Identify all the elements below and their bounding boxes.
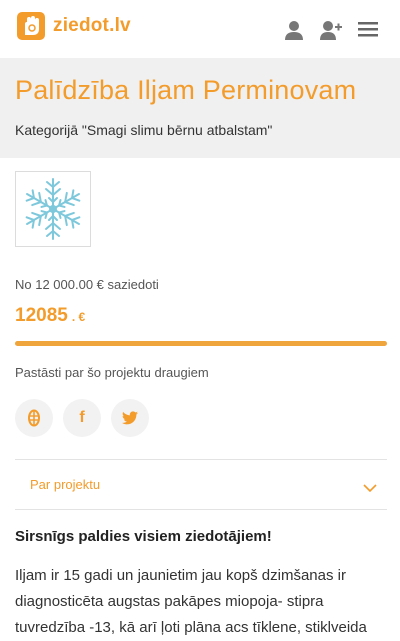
funding-goal: No 12 000.00 € saziedoti	[15, 277, 159, 292]
twitter-icon	[122, 411, 138, 425]
facebook-share-button[interactable]: f	[63, 399, 101, 437]
project-category[interactable]: Kategorijā "Smagi slimu bērnu atbalstam"	[15, 122, 272, 138]
user-icon[interactable]	[284, 20, 304, 40]
page-title: Palīdzība Iljam Perminovam	[15, 75, 357, 105]
funding-progress-bar	[15, 341, 387, 346]
amount-raised: 12085. €	[15, 305, 85, 327]
chevron-down-icon	[363, 484, 377, 492]
share-label: Pastāsti par šo projektu draugiem	[15, 365, 209, 380]
project-description: Iljam ir 15 gadi un jaunietim jau kopš d…	[15, 563, 390, 641]
about-project-label: Par projektu	[30, 477, 101, 492]
description-line: Iljam ir 15 gadi un jaunietim jau kopš d…	[15, 567, 346, 584]
description-line: tuvredzība -13, kā arī ļoti plāna acs tī…	[15, 619, 367, 636]
site-header: ziedot.lv	[0, 0, 400, 58]
draugiem-share-button[interactable]	[15, 399, 53, 437]
twitter-share-button[interactable]	[111, 399, 149, 437]
description-line: diagnosticēta augstas pakāpes miopoja- s…	[15, 593, 324, 610]
draugiem-icon	[28, 409, 40, 427]
divider	[15, 509, 387, 510]
funding-progress-fill	[15, 341, 387, 346]
thanks-heading: Sirsnīgs paldies visiem ziedotājiem!	[15, 528, 272, 545]
snowflake-image	[22, 178, 84, 240]
amount-value: 12085	[15, 305, 68, 326]
about-project-toggle[interactable]: Par projektu	[15, 460, 387, 509]
add-user-icon[interactable]	[320, 20, 342, 40]
facebook-icon: f	[79, 409, 85, 426]
project-header: Palīdzība Iljam Perminovam Kategorijā "S…	[0, 58, 400, 158]
project-image[interactable]	[15, 171, 91, 247]
menu-icon[interactable]	[358, 20, 378, 38]
brand-name[interactable]: ziedot.lv	[53, 15, 131, 37]
amount-currency: . €	[71, 310, 86, 324]
logo-hand-icon[interactable]	[17, 12, 45, 40]
